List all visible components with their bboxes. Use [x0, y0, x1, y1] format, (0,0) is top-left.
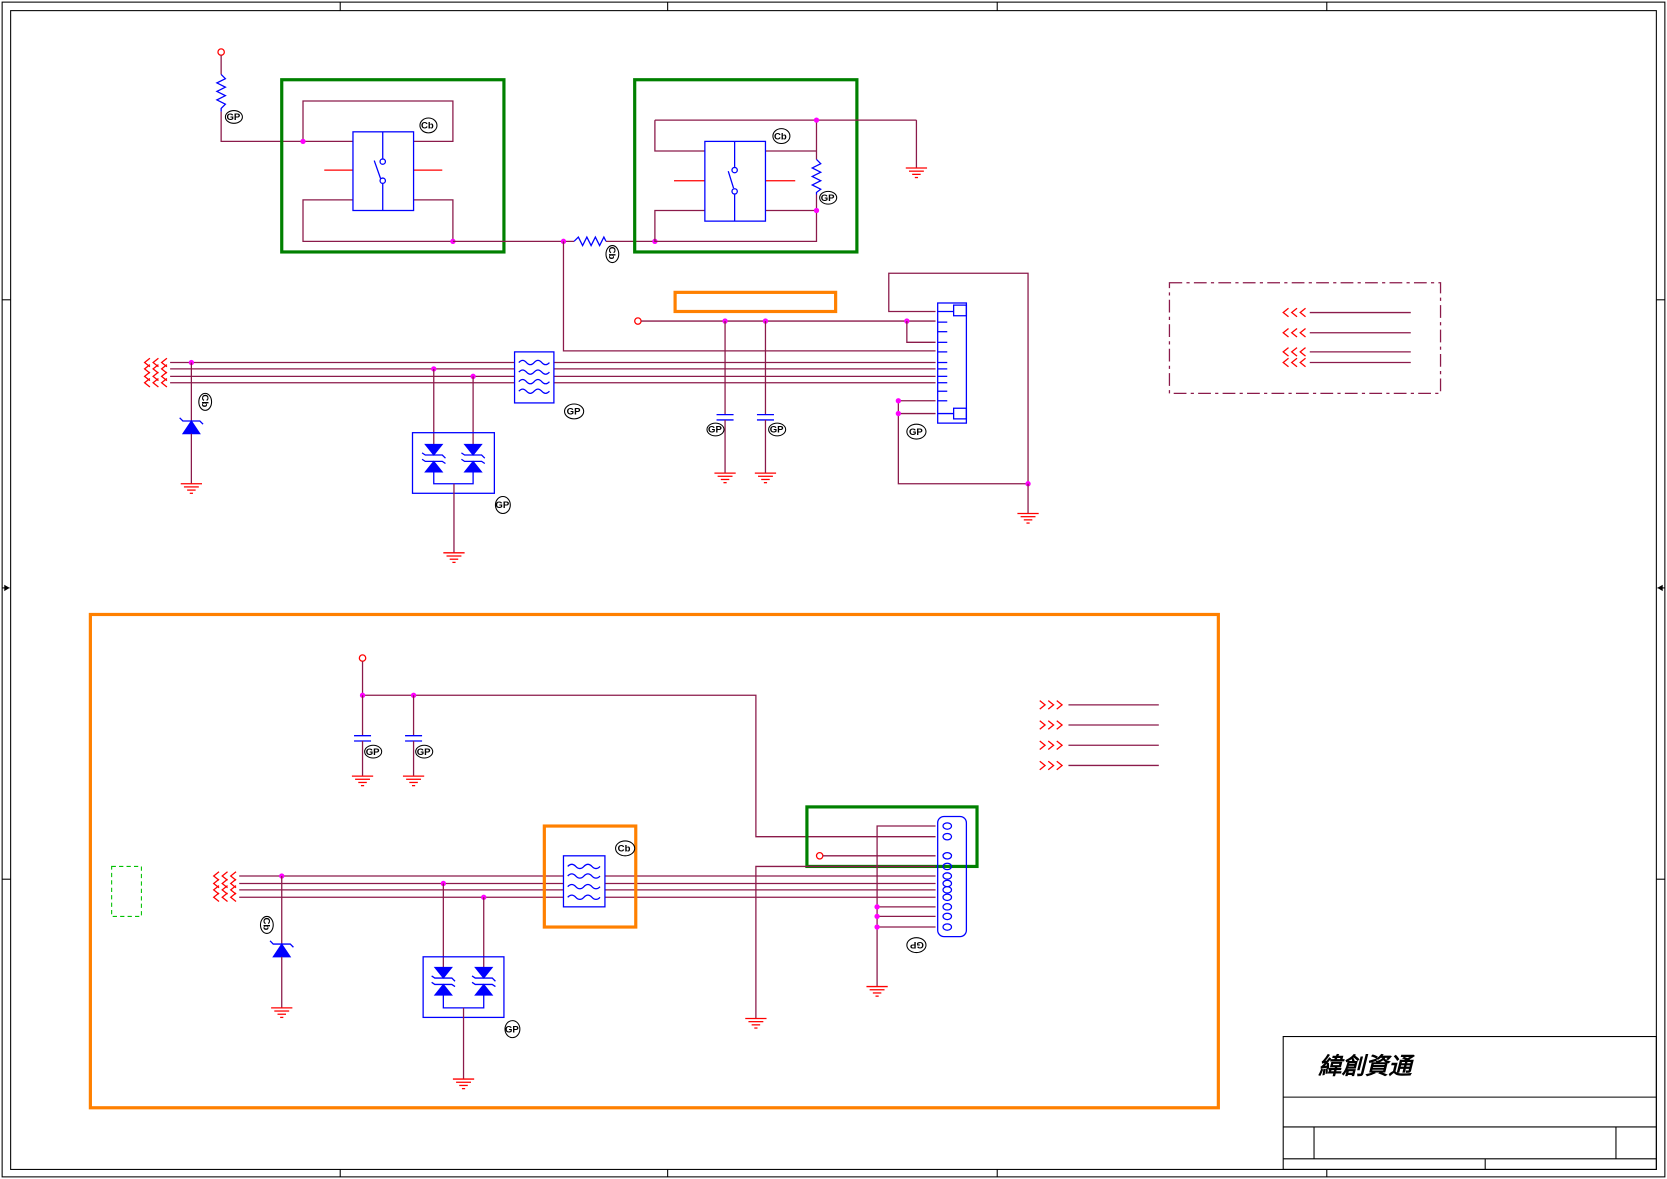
ground-icon	[270, 1007, 294, 1019]
sheet-frame	[1, 1, 1666, 1178]
cb-marker: Cb	[774, 131, 787, 142]
highlight-box-orange-large	[88, 612, 1220, 1110]
decoupling-capacitor-2: GP	[754, 321, 787, 484]
ground-icon	[865, 985, 889, 997]
connector-bottom: GP	[744, 805, 979, 1029]
offpage-port-icon	[143, 357, 168, 388]
schematic-sheet: 緯創資通 GP Cb Cb Cb GP GP GP GP Cb GP GP GP…	[1, 1, 1666, 1178]
esd-array-top: GP	[411, 368, 511, 564]
power-rail-bottom	[358, 654, 936, 838]
diode-icon	[181, 420, 201, 435]
company-name: 緯創資通	[1317, 1052, 1415, 1080]
power-source-pin	[217, 48, 225, 56]
gp-marker: GP	[909, 939, 923, 950]
offpage-port-icon	[1039, 699, 1063, 771]
esd-array-bottom: GP	[422, 883, 521, 1090]
switch-lever-icon	[727, 170, 735, 189]
test-point-pin	[815, 851, 824, 860]
highlight-box-green	[280, 78, 506, 254]
highlight-box-green	[633, 78, 859, 254]
cb-marker: Cb	[261, 917, 272, 930]
dashdot-box	[1168, 282, 1442, 394]
resistor-symbol	[215, 73, 227, 112]
gp-marker: GP	[366, 747, 380, 758]
gp-marker: GP	[821, 193, 835, 204]
ground-icon	[442, 552, 466, 564]
title-block: 緯創資通	[1282, 1036, 1657, 1170]
offpage-signal-group-right	[1168, 282, 1442, 394]
power-source-pin	[358, 654, 367, 662]
resistor-symbol	[573, 235, 607, 248]
gp-marker: GP	[770, 425, 784, 436]
ground-icon	[713, 472, 737, 484]
offpage-signal-group-bottom	[1039, 699, 1159, 771]
gp-marker: GP	[417, 747, 431, 758]
power-rail-top	[634, 317, 936, 343]
ground-icon	[744, 1017, 768, 1029]
gp-marker: GP	[567, 407, 581, 418]
highlight-box-orange	[673, 290, 838, 314]
ground-icon	[402, 775, 425, 787]
gp-marker: GP	[226, 112, 240, 123]
power-source-pin	[634, 317, 642, 325]
ground-icon	[180, 483, 203, 494]
ground-icon	[754, 472, 777, 484]
gp-marker: GP	[708, 425, 722, 436]
cb-marker: Cb	[618, 844, 631, 855]
offpage-port-icon	[213, 871, 237, 903]
switch-block-1: Cb	[280, 78, 506, 254]
decoupling-capacitor-4: GP	[402, 695, 434, 787]
diode-icon	[272, 943, 292, 958]
switch-lever-icon	[373, 160, 382, 179]
ground-icon	[452, 1078, 475, 1090]
ground-icon	[905, 167, 928, 179]
gp-marker: GP	[505, 1024, 519, 1035]
choke-body	[513, 351, 555, 404]
cb-marker: Cb	[199, 394, 210, 407]
ground-icon	[351, 775, 374, 787]
offpage-port-icon	[1282, 307, 1307, 368]
switch-block-2: Cb GP	[633, 78, 928, 254]
connector-top: GP	[888, 272, 1040, 524]
placeholder-dashed-box	[111, 865, 142, 917]
decoupling-capacitor-3: GP	[351, 695, 383, 787]
decoupling-capacitor-1: GP	[706, 321, 737, 484]
pullup-resistor-top: GP	[215, 48, 304, 143]
cb-marker: Cb	[606, 247, 617, 260]
gp-marker: GP	[495, 500, 509, 511]
resistor-symbol	[810, 159, 823, 195]
ground-icon	[1016, 512, 1040, 524]
gp-marker: GP	[909, 427, 923, 438]
cb-marker: Cb	[421, 121, 434, 132]
